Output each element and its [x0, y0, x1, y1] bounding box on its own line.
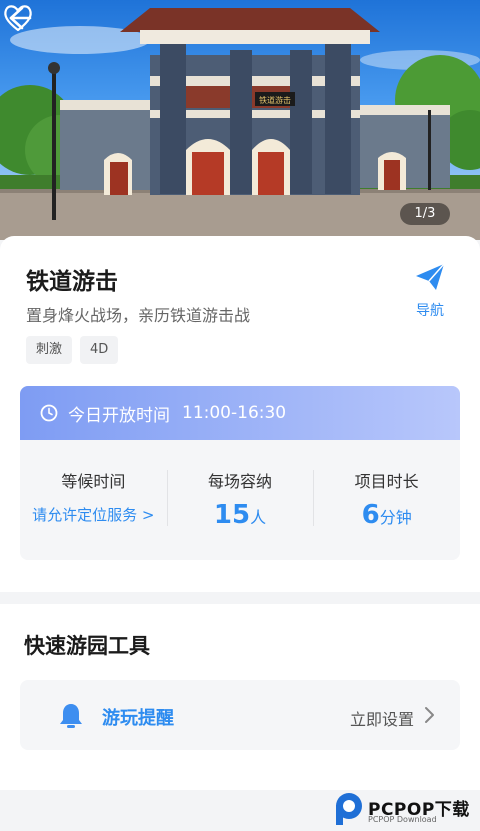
- stat-number: 15: [213, 500, 251, 530]
- chevron-right-icon: [425, 707, 434, 723]
- navigate-button[interactable]: 导航: [410, 262, 450, 320]
- stat-label: 每场容纳: [208, 472, 273, 491]
- hours-label: 今日开放时间: [68, 405, 170, 426]
- section-title: 快速游园工具: [24, 634, 150, 658]
- stat-unit: 分钟: [379, 508, 412, 527]
- heart-icon[interactable]: [0, 0, 36, 36]
- stat-label: 项目时长: [354, 472, 419, 491]
- watermark-subtext: PCPOP Download: [368, 815, 437, 824]
- reminder-card[interactable]: 游玩提醒 立即设置: [20, 680, 460, 750]
- hours-time: 11:00-16:30: [182, 403, 287, 423]
- building-sign: 铁道游击: [259, 95, 291, 105]
- image-counter: 1/3: [400, 203, 450, 225]
- stat-unit: 人: [250, 508, 267, 527]
- bell-icon: [60, 704, 82, 728]
- attraction-subtitle: 置身烽火战场，亲历铁道游击战: [26, 306, 251, 325]
- stat-wait: 等候时间 请允许定位服务 >: [20, 440, 167, 560]
- paper-plane-icon: [416, 263, 445, 290]
- page-title: 铁道游击: [26, 269, 118, 295]
- tools-section: 快速游园工具 游玩提醒 立即设置: [0, 604, 480, 790]
- location-permission-link[interactable]: 请允许定位服务 >: [20, 504, 167, 525]
- set-now-link[interactable]: 立即设置: [350, 706, 414, 730]
- reminder-title: 游玩提醒: [102, 708, 174, 729]
- stat-label: 等候时间: [61, 472, 126, 491]
- navigate-label: 导航: [416, 303, 444, 319]
- clock-icon: [40, 404, 58, 422]
- hero-image[interactable]: 铁道游击 1/3: [0, 0, 480, 240]
- stat-capacity: 每场容纳 15人: [166, 440, 314, 560]
- tag-list: 刺激 4D: [26, 336, 119, 364]
- attraction-info: 铁道游击 置身烽火战场，亲历铁道游击战 刺激 4D 导航 今日开放时间 11:0…: [0, 236, 480, 592]
- hours-card: 今日开放时间 11:00-16:30 等候时间 请允许定位服务 > 每场容纳 1…: [20, 386, 460, 560]
- stats-row: 等候时间 请允许定位服务 > 每场容纳 15人 项目时长 6分钟: [20, 440, 460, 560]
- stat-duration: 项目时长 6分钟: [313, 440, 460, 560]
- tag: 4D: [80, 336, 119, 364]
- pcpop-logo-icon: [336, 793, 362, 825]
- tag: 刺激: [26, 336, 73, 364]
- stat-number: 6: [361, 500, 380, 530]
- hours-bar: 今日开放时间 11:00-16:30: [20, 386, 460, 440]
- watermark: PCPOP下载 PCPOP Download: [332, 787, 480, 831]
